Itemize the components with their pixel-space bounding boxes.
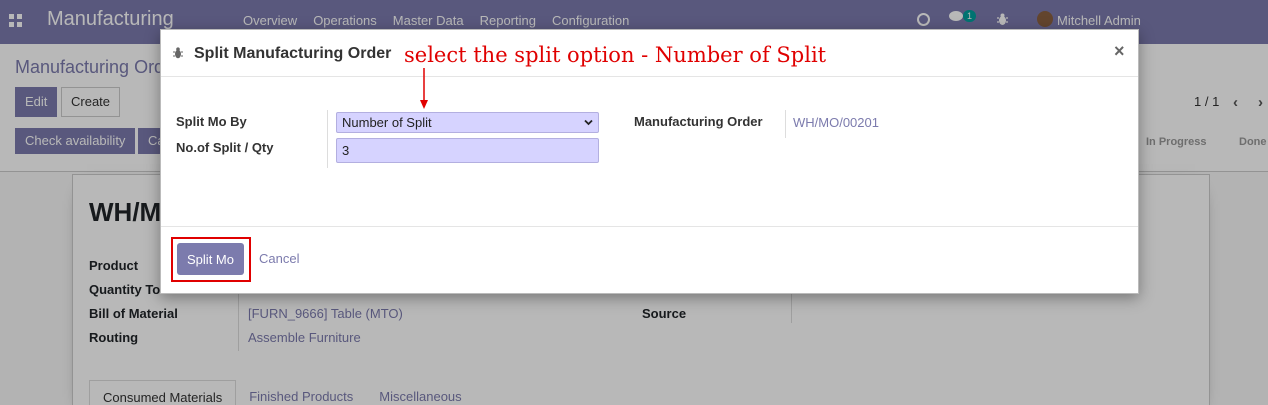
- modal-title: Split Manufacturing Order: [194, 45, 392, 62]
- chevron-down-icon: [584, 119, 593, 126]
- split-by-label: Split Mo By: [176, 114, 247, 129]
- mo-label: Manufacturing Order: [634, 114, 763, 129]
- cancel-button[interactable]: Cancel: [259, 251, 299, 266]
- close-icon[interactable]: ×: [1114, 41, 1125, 62]
- modal-footer: Split Mo Cancel: [161, 226, 1138, 295]
- bug-icon: [173, 47, 183, 59]
- mo-value-link[interactable]: WH/MO/00201: [793, 115, 879, 130]
- split-mo-button[interactable]: Split Mo: [177, 243, 244, 275]
- label-divider: [327, 110, 328, 168]
- modal-body: Split Mo By No.of Split / Qty Number of …: [161, 78, 1138, 226]
- split-mo-dialog: Split Manufacturing Order select the spl…: [160, 29, 1139, 294]
- split-qty-label: No.of Split / Qty: [176, 140, 274, 155]
- mo-divider: [785, 110, 786, 138]
- split-qty-input[interactable]: [336, 138, 599, 163]
- annotation-note: select the split option - Number of Spli…: [404, 43, 827, 67]
- split-by-select[interactable]: Number of Split: [336, 112, 599, 133]
- modal-header: Split Manufacturing Order select the spl…: [161, 30, 1138, 109]
- split-by-selected-value: Number of Split: [342, 115, 432, 130]
